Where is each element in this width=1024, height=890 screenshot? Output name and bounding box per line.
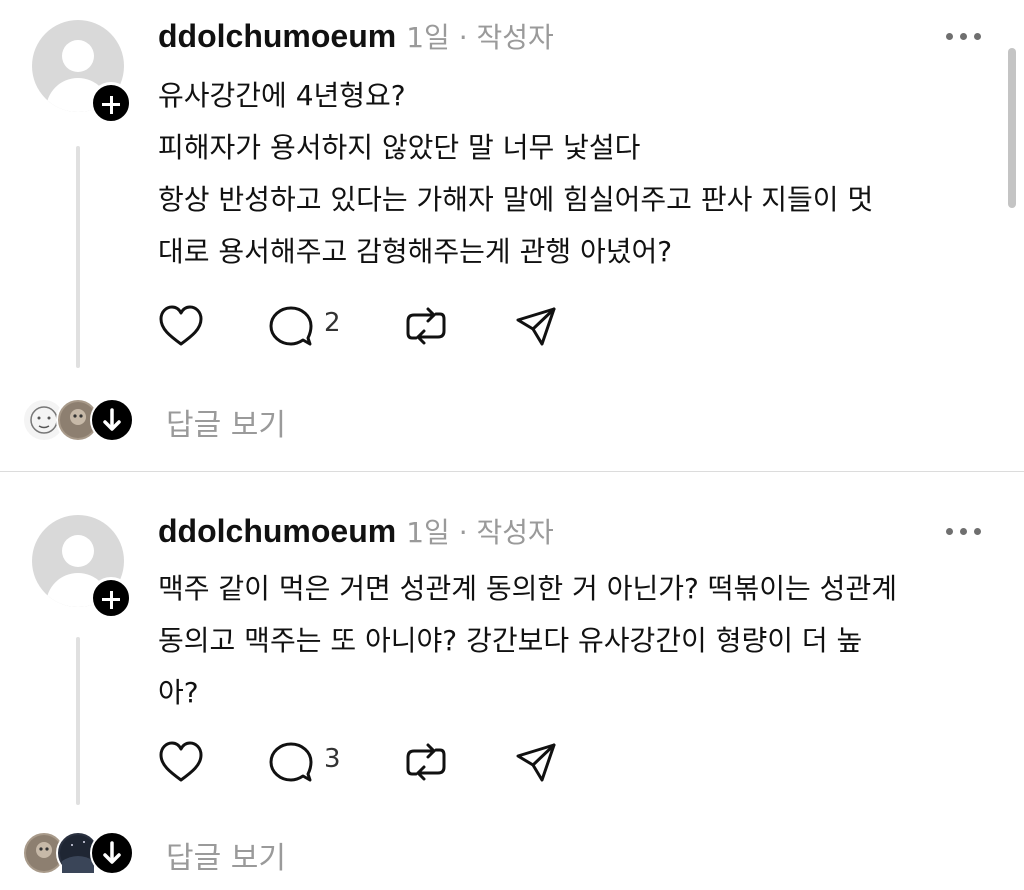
post-header: ddolchumoeum 1일 · 작성자 <box>158 511 554 551</box>
heart-icon <box>159 741 203 782</box>
post-line: 유사강간에 4년형요? <box>158 79 406 112</box>
scrollbar[interactable] <box>1008 48 1016 208</box>
reply-post-2: ddolchumoeum 1일 · 작성자 맥주 같이 먹은 거면 성관계 동의… <box>0 473 1024 890</box>
arrow-down-icon <box>103 841 121 864</box>
post-line: 대로 용서해주고 감형해주는게 관행 아녔어? <box>158 235 673 268</box>
comment-button[interactable]: 3 <box>268 740 341 784</box>
post-line: 맥주 같이 먹은 거면 성관계 동의한 거 아닌가? 떡볶이는 성관계 <box>158 572 897 605</box>
post-text: 유사강간에 4년형요? 피해자가 용서하지 않았단 말 너무 낯설다 항상 반성… <box>158 70 998 278</box>
repost-icon <box>406 743 446 781</box>
post-line: 아? <box>158 676 199 709</box>
reply-post-1: ddolchumoeum 1일 · 작성자 유사강간에 4년형요? 피해자가 용… <box>0 0 1024 472</box>
view-replies-link[interactable]: 답글 보기 <box>166 833 286 877</box>
comment-bubble-icon <box>269 306 313 346</box>
follow-plus-icon[interactable] <box>90 577 132 619</box>
repost-button[interactable] <box>404 304 448 348</box>
post-line: 항상 반성하고 있다는 가해자 말에 힘실어주고 판사 지들이 멋 <box>158 183 874 216</box>
send-icon <box>516 743 556 782</box>
more-dots-icon[interactable] <box>946 30 982 42</box>
divider <box>0 471 1024 472</box>
thread-line <box>76 146 80 368</box>
share-button[interactable] <box>514 740 558 784</box>
username[interactable]: ddolchumoeum <box>158 513 396 550</box>
post-meta: 1일 · 작성자 <box>406 516 554 549</box>
send-icon <box>516 307 556 346</box>
post-line: 동의고 맥주는 또 아니야? 강간보다 유사강간이 형량이 더 높 <box>158 624 863 657</box>
comment-bubble-icon <box>269 742 313 782</box>
comment-count: 3 <box>324 744 341 774</box>
like-button[interactable] <box>158 740 204 784</box>
like-button[interactable] <box>158 304 204 348</box>
share-button[interactable] <box>514 304 558 348</box>
more-dots-icon[interactable] <box>946 525 982 537</box>
thread-line <box>76 637 80 805</box>
expand-replies-button[interactable] <box>90 831 134 875</box>
post-meta: 1일 · 작성자 <box>406 21 554 54</box>
expand-replies-button[interactable] <box>90 398 134 442</box>
comment-count: 2 <box>324 308 341 338</box>
comment-button[interactable]: 2 <box>268 304 341 348</box>
repost-button[interactable] <box>404 740 448 784</box>
post-text: 맥주 같이 먹은 거면 성관계 동의한 거 아닌가? 떡볶이는 성관계 동의고 … <box>158 563 998 719</box>
follow-plus-icon[interactable] <box>90 82 132 124</box>
username[interactable]: ddolchumoeum <box>158 18 396 55</box>
view-replies-link[interactable]: 답글 보기 <box>166 400 286 444</box>
post-line: 피해자가 용서하지 않았단 말 너무 낯설다 <box>158 131 641 164</box>
repost-icon <box>406 307 446 345</box>
arrow-down-icon <box>103 408 121 431</box>
post-header: ddolchumoeum 1일 · 작성자 <box>158 16 554 56</box>
heart-icon <box>159 305 203 346</box>
